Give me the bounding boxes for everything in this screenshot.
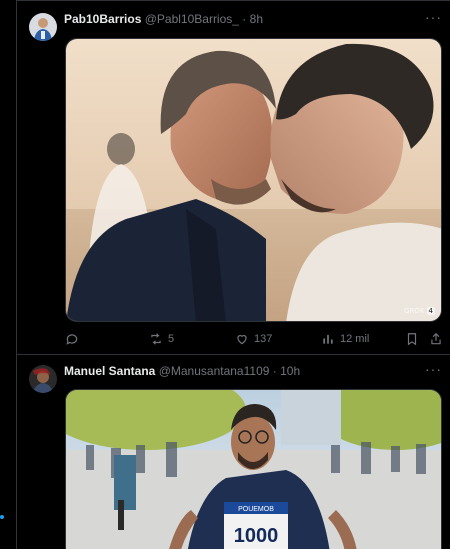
user-handle[interactable]: @Pabl10Barrios_ bbox=[145, 12, 239, 26]
watermark-text: GROK bbox=[404, 307, 425, 315]
tweet-image[interactable]: GROK 4 bbox=[65, 38, 442, 322]
tweet[interactable]: Manuel Santana @Manusantana1109 · 10h ··… bbox=[17, 355, 450, 549]
bib-brand: POUEMOB bbox=[238, 506, 274, 513]
bookmark-icon bbox=[407, 333, 417, 346]
timestamp[interactable]: 8h bbox=[250, 12, 263, 26]
left-rail bbox=[0, 0, 17, 549]
nav-indicator-dot bbox=[0, 515, 4, 519]
share-icon bbox=[431, 332, 441, 345]
separator-dot: · bbox=[242, 12, 247, 26]
watermark-badge: 4 bbox=[426, 307, 435, 315]
tweet-header: Manuel Santana @Manusantana1109 · 10h bbox=[64, 364, 414, 378]
bookmark-button[interactable] bbox=[405, 330, 419, 348]
display-name[interactable]: Pab10Barrios bbox=[64, 12, 141, 26]
tweet-actions: 5 137 12 mil bbox=[65, 330, 442, 348]
user-handle[interactable]: @Manusantana1109 bbox=[159, 364, 270, 378]
media-watermark: GROK 4 bbox=[404, 307, 435, 315]
reply-icon bbox=[66, 334, 78, 345]
tweet-image[interactable]: POUEMOB 1000 bbox=[65, 389, 442, 549]
repost-count: 5 bbox=[168, 333, 175, 345]
display-name[interactable]: Manuel Santana bbox=[64, 364, 155, 378]
reply-button[interactable] bbox=[65, 330, 84, 348]
bib-number: 1000 bbox=[234, 525, 279, 547]
like-count: 137 bbox=[254, 333, 273, 345]
more-icon[interactable]: ··· bbox=[425, 10, 442, 24]
like-icon bbox=[237, 335, 247, 345]
share-button[interactable] bbox=[429, 330, 443, 348]
timeline-feed: Pab10Barrios @Pabl10Barrios_ · 8h ··· GR… bbox=[17, 0, 450, 549]
repost-icon bbox=[151, 333, 161, 345]
views-button[interactable]: 12 mil bbox=[321, 330, 369, 348]
views-icon bbox=[323, 334, 333, 344]
separator-dot: · bbox=[272, 364, 277, 378]
tweet-header: Pab10Barrios @Pabl10Barrios_ · 8h bbox=[64, 12, 414, 26]
avatar[interactable] bbox=[29, 13, 57, 41]
more-icon[interactable]: ··· bbox=[425, 362, 442, 376]
repost-button[interactable]: 5 bbox=[149, 330, 174, 348]
avatar[interactable] bbox=[29, 365, 57, 393]
timestamp[interactable]: 10h bbox=[280, 364, 300, 378]
views-count: 12 mil bbox=[340, 333, 370, 345]
like-button[interactable]: 137 bbox=[235, 330, 272, 348]
tweet[interactable]: Pab10Barrios @Pabl10Barrios_ · 8h ··· GR… bbox=[17, 0, 450, 354]
